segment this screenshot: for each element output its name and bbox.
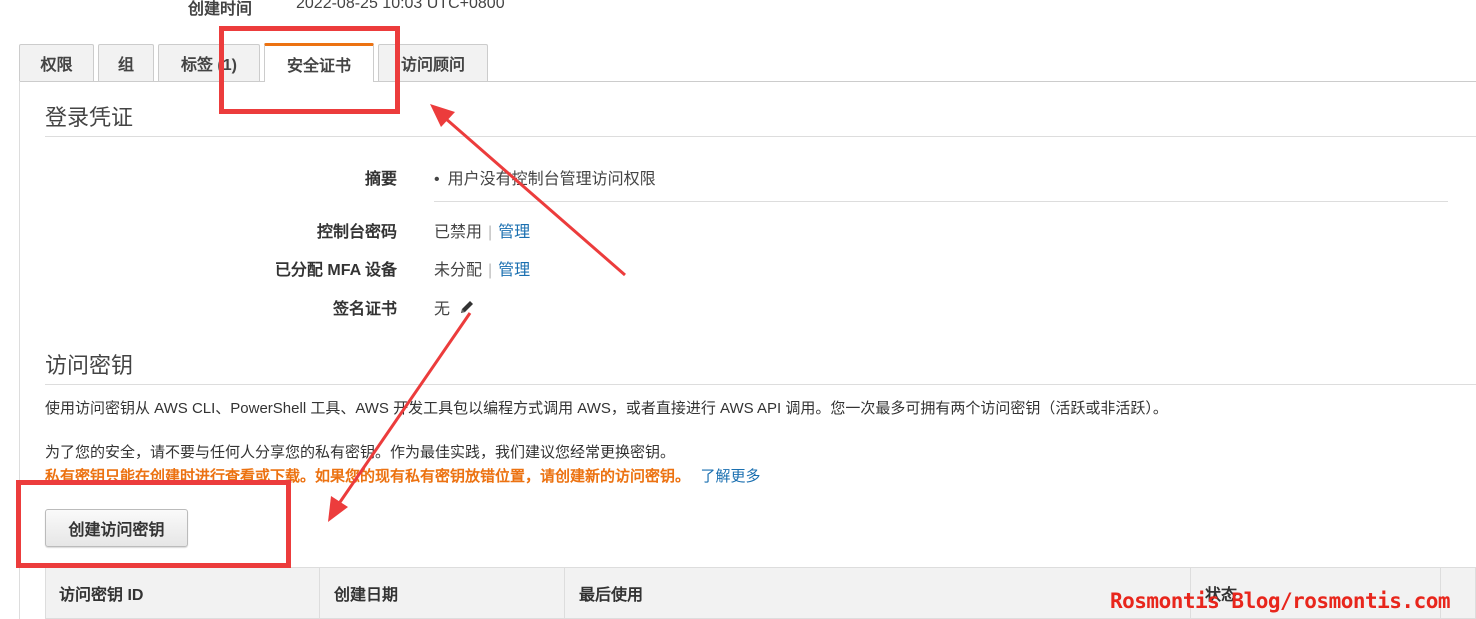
console-password-manage-link[interactable]: 管理 bbox=[498, 224, 530, 241]
learn-more-link[interactable]: 了解更多 bbox=[700, 468, 760, 485]
annotation-box-tab bbox=[219, 26, 400, 114]
mfa-manage-link[interactable]: 管理 bbox=[498, 262, 530, 279]
console-password-label: 控制台密码 bbox=[316, 224, 397, 241]
access-keys-divider bbox=[45, 384, 1476, 385]
pencil-icon[interactable] bbox=[458, 298, 476, 316]
login-credentials-title: 登录凭证 bbox=[45, 105, 134, 130]
signing-cert-value: 无 bbox=[434, 301, 451, 318]
bullet: • bbox=[434, 171, 440, 188]
access-keys-title: 访问密钥 bbox=[45, 353, 134, 378]
column-header-last-used[interactable]: 最后使用 bbox=[565, 567, 1191, 619]
console-password-row: 已禁用 | 管理 bbox=[434, 218, 530, 242]
mfa-value: 未分配 bbox=[434, 262, 483, 279]
access-keys-description: 使用访问密钥从 AWS CLI、PowerShell 工具、AWS 开发工具包以… bbox=[45, 400, 1168, 417]
summary-value: • 用户没有控制台管理访问权限 bbox=[434, 165, 656, 189]
summary-divider bbox=[434, 201, 1448, 202]
summary-label: 摘要 bbox=[364, 171, 397, 188]
security-note: 为了您的安全，请不要与任何人分享您的私有密钥。作为最佳实践，我们建议您经常更换密… bbox=[45, 444, 676, 461]
watermark: Rosmontis Blog/rosmontis.com bbox=[1110, 589, 1451, 613]
tab-permissions[interactable]: 权限 bbox=[19, 44, 94, 81]
summary-text: 用户没有控制台管理访问权限 bbox=[447, 171, 656, 188]
mfa-label: 已分配 MFA 设备 bbox=[274, 262, 397, 279]
separator: | bbox=[488, 224, 493, 241]
console-password-value: 已禁用 bbox=[434, 224, 483, 241]
annotation-box-button bbox=[16, 480, 291, 568]
login-credentials-divider bbox=[45, 136, 1476, 137]
column-header-created-date[interactable]: 创建日期 bbox=[320, 567, 565, 619]
created-time-label: 创建时间 bbox=[188, 1, 253, 18]
signing-cert-row: 无 bbox=[434, 295, 476, 319]
column-header-access-key-id[interactable]: 访问密钥 ID bbox=[45, 567, 320, 619]
signing-cert-label: 签名证书 bbox=[332, 301, 397, 318]
tab-groups[interactable]: 组 bbox=[98, 44, 154, 81]
arrow-to-tab bbox=[430, 104, 626, 277]
separator: | bbox=[488, 262, 493, 279]
created-time-value: 2022-08-25 10:03 UTC+0800 bbox=[296, 0, 505, 12]
mfa-row: 未分配 | 管理 bbox=[434, 256, 530, 280]
